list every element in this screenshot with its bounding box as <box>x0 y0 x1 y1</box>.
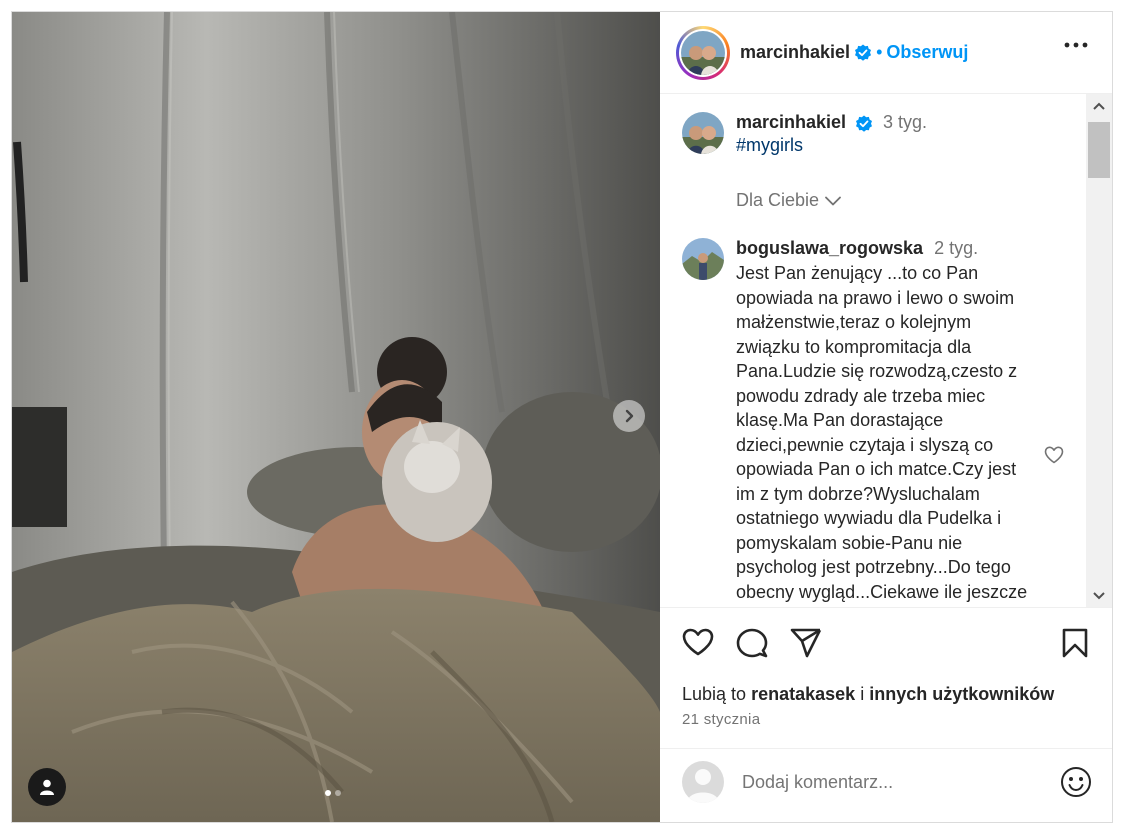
sort-label: Dla Ciebie <box>736 190 820 210</box>
user-tag-icon <box>40 779 54 795</box>
comment-line: obecny wygląd...Ciekawe ile jeszcze <box>736 581 1028 602</box>
comment-line: im z tym dobrze?Wysluchalam <box>736 483 980 504</box>
more-icon[interactable] <box>1064 42 1088 48</box>
heart-icon[interactable] <box>682 628 714 656</box>
post-sidebar: marcinhakiel • Obserwuj marcinhakiel 3 t… <box>660 12 1112 822</box>
likes-summary: Lubią to renatakasek i innych użytkownik… <box>682 684 1054 705</box>
likes-others-link[interactable]: innych użytkowników <box>869 684 1054 704</box>
comment-line: powodu zdrady ale trzeba miec <box>736 385 986 406</box>
comments-panel[interactable]: marcinhakiel 3 tyg. #mygirls Dla Ciebie <box>660 94 1112 608</box>
verified-icon <box>855 115 872 132</box>
next-image-button[interactable] <box>613 400 645 432</box>
likes-prefix: Lubią to <box>682 684 747 704</box>
comment-line: opowiada na prawo i lewo o swoim <box>736 287 1015 308</box>
carousel-dot-active <box>325 790 331 796</box>
add-comment-row <box>682 760 1092 804</box>
comment-line: klasę.Ma Pan dorastające <box>736 410 944 430</box>
caption-username[interactable]: marcinhakiel <box>736 112 846 132</box>
avatar <box>681 30 725 75</box>
carousel-dot <box>335 790 341 796</box>
add-comment-input[interactable] <box>742 771 1032 793</box>
comment-line: Pana.Ludzie się rozwodzą,czesto z <box>736 361 1018 381</box>
comment: boguslawa_rogowska 2 tyg. Jest Pan żenuj… <box>682 238 1046 604</box>
divider <box>660 748 1112 749</box>
post-dialog: marcinhakiel • Obserwuj marcinhakiel 3 t… <box>11 11 1113 823</box>
author-username[interactable]: marcinhakiel <box>740 42 850 63</box>
scroll-up-arrow[interactable] <box>1092 99 1106 113</box>
comment-time: 2 tyg. <box>934 238 979 258</box>
comment-icon[interactable] <box>736 628 768 658</box>
chevron-right-icon <box>625 409 634 423</box>
chevron-down-icon <box>825 196 841 205</box>
likes-connector: i <box>860 684 865 704</box>
comment-line: pomyskalam sobie-Panu nie <box>736 532 963 553</box>
scrollbar[interactable] <box>1086 94 1112 607</box>
comment-line: ostatniego wywiadu dla Pudelka i <box>736 508 1002 528</box>
avatar[interactable] <box>682 112 724 154</box>
current-user-avatar <box>682 761 724 803</box>
comment-line: dzieci,pewnie czytaja i slyszą co <box>736 434 994 455</box>
share-icon[interactable] <box>790 628 822 658</box>
comment-line: opowiada Pan o ich matce.Czy jest <box>736 459 1017 479</box>
comment-line: psycholog jest potrzebny...Do tego <box>736 557 1011 577</box>
comment-like-heart-icon[interactable] <box>1044 446 1064 464</box>
caption-time: 3 tyg. <box>882 112 927 132</box>
avatar[interactable] <box>682 238 724 280</box>
post-date[interactable]: 21 stycznia <box>682 711 760 728</box>
scrollbar-thumb[interactable] <box>1088 122 1110 178</box>
post-photo <box>12 12 660 822</box>
comment-text: Jest Pan żenujący ...to co Pan opowiada … <box>736 261 1046 604</box>
carousel-indicator <box>325 790 341 796</box>
comment-line: Jest Pan żenujący ...to co Pan <box>736 263 979 283</box>
caption: marcinhakiel 3 tyg. #mygirls <box>682 112 927 156</box>
author-avatar-story-ring[interactable] <box>676 25 730 80</box>
comment-username[interactable]: boguslawa_rogowska <box>736 238 923 258</box>
comment-sort-dropdown[interactable]: Dla Ciebie <box>736 190 841 211</box>
separator-dot: • <box>876 42 883 62</box>
post-media[interactable] <box>12 12 660 822</box>
liked-by-user[interactable]: renatakasek <box>751 684 855 704</box>
comment-line: małżenstwie,teraz o kolejnym <box>736 312 972 332</box>
scroll-down-arrow[interactable] <box>1092 589 1106 603</box>
tagged-users-button[interactable] <box>28 768 66 806</box>
caption-hashtag[interactable]: #mygirls <box>736 135 927 156</box>
post-header: marcinhakiel • Obserwuj <box>660 12 1112 94</box>
comment-line: związku to kompromitacja dla <box>736 336 972 357</box>
bookmark-icon[interactable] <box>1062 628 1088 658</box>
follow-button[interactable]: Obserwuj <box>886 42 968 63</box>
emoji-icon[interactable] <box>1060 766 1092 798</box>
verified-icon <box>855 44 872 61</box>
action-bar <box>660 608 1112 680</box>
